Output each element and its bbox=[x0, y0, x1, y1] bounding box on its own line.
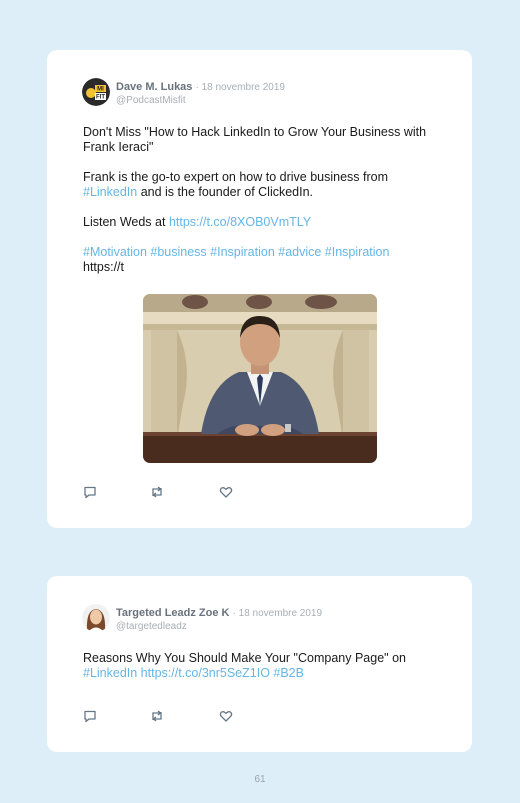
tweet-actions bbox=[83, 709, 243, 723]
tweet-paragraph: Don't Miss "How to Hack LinkedIn to Grow… bbox=[83, 125, 427, 154]
retweet-icon[interactable] bbox=[150, 485, 164, 499]
text-span: Frank is the go-to expert on how to driv… bbox=[83, 170, 389, 184]
text-span: Listen Weds at bbox=[83, 215, 166, 229]
tweet-date[interactable]: · 18 novembre 2019 bbox=[233, 608, 323, 619]
tweet-card: MI FIT Dave M. Lukas · 18 novembre 2019 … bbox=[47, 50, 472, 528]
avatar-logo-text-bottom: FIT bbox=[96, 95, 105, 101]
author-name[interactable]: Targeted Leadz Zoe K bbox=[116, 607, 229, 619]
text-span: https://t bbox=[83, 260, 124, 274]
tweet-photo[interactable] bbox=[143, 294, 377, 463]
tweet-date[interactable]: · 18 novembre 2019 bbox=[195, 82, 285, 93]
like-icon[interactable] bbox=[219, 485, 233, 499]
hashtag-links[interactable]: #LinkedIn https://t.co/3nr5SeZ1IO #B2B bbox=[83, 666, 443, 681]
tweet-header: Targeted Leadz Zoe K · 18 novembre 2019 … bbox=[82, 604, 442, 636]
avatar-logo-text-top: MI bbox=[97, 87, 104, 93]
author-line: Dave M. Lukas · 18 novembre 2019 bbox=[116, 81, 285, 93]
author-line: Targeted Leadz Zoe K · 18 novembre 2019 bbox=[116, 607, 322, 619]
url-link[interactable]: https://t.co/8XOB0VmTLY bbox=[169, 215, 311, 229]
author-name[interactable]: Dave M. Lukas bbox=[116, 81, 192, 93]
page-number: 61 bbox=[254, 774, 266, 785]
tweet-actions bbox=[83, 485, 243, 499]
retweet-icon[interactable] bbox=[150, 709, 164, 723]
tweet-paragraph: Frank is the go-to expert on how to driv… bbox=[83, 170, 433, 200]
tweet-header: MI FIT Dave M. Lukas · 18 novembre 2019 … bbox=[82, 78, 442, 110]
tweet-paragraph: #Motivation #business #Inspiration #advi… bbox=[83, 245, 433, 275]
tweet-text: Reasons Why You Should Make Your "Compan… bbox=[83, 651, 443, 681]
author-handle[interactable]: @targetedleadz bbox=[116, 621, 187, 632]
tweet-paragraph: Reasons Why You Should Make Your "Compan… bbox=[83, 651, 406, 665]
tweet-paragraph: Listen Weds at https://t.co/8XOB0VmTLY bbox=[83, 215, 433, 230]
avatar[interactable]: MI FIT bbox=[82, 78, 110, 106]
text-span: and is the founder of ClickedIn. bbox=[140, 185, 314, 199]
tweet-card: Targeted Leadz Zoe K · 18 novembre 2019 … bbox=[47, 576, 472, 752]
tweet-text: Don't Miss "How to Hack LinkedIn to Grow… bbox=[83, 125, 433, 275]
author-handle[interactable]: @PodcastMisfit bbox=[116, 95, 186, 106]
hashtag-links[interactable]: #Motivation #business #Inspiration #advi… bbox=[83, 245, 389, 259]
reply-icon[interactable] bbox=[83, 485, 97, 499]
like-icon[interactable] bbox=[219, 709, 233, 723]
hashtag-link[interactable]: #LinkedIn bbox=[83, 185, 137, 199]
avatar[interactable] bbox=[82, 604, 110, 632]
reply-icon[interactable] bbox=[83, 709, 97, 723]
